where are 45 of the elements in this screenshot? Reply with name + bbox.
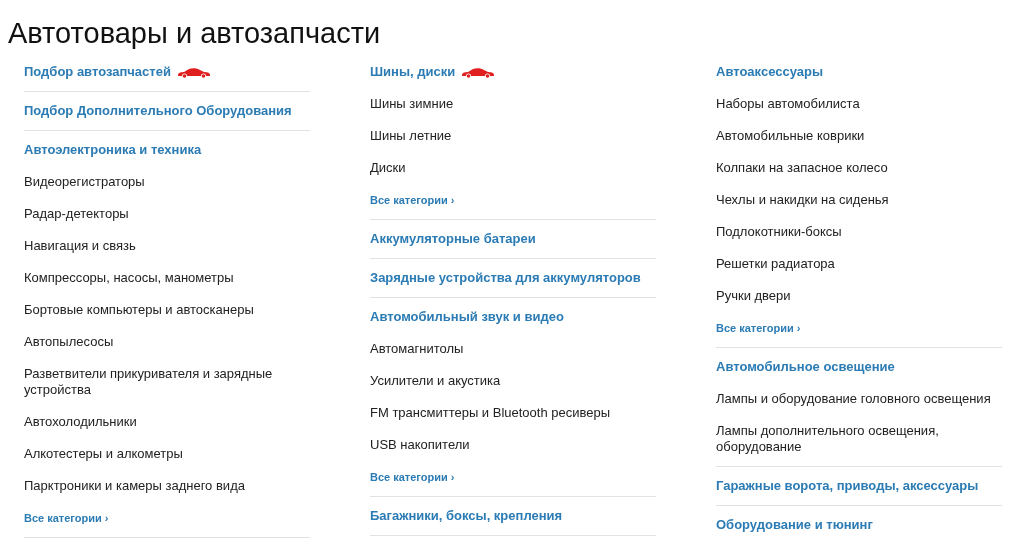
subcategory-link[interactable]: Шины летние: [370, 120, 656, 152]
subcategory-link[interactable]: Парктроники и камеры заднего вида: [24, 470, 310, 502]
category-heading-link[interactable]: Автомобильный звук и видео: [370, 301, 564, 333]
category-heading-link[interactable]: Оборудование и тюнинг: [716, 509, 873, 539]
subcategory-link[interactable]: Диски: [370, 152, 656, 184]
category-heading-link[interactable]: Автоэлектроника и техника: [24, 134, 202, 166]
subcategory-link[interactable]: Компрессоры, насосы, манометры: [24, 262, 310, 294]
subcategory-link[interactable]: Шины зимние: [370, 88, 656, 120]
subcategory-link[interactable]: Автохолодильники: [24, 406, 310, 438]
category-heading-link[interactable]: Автоаксессуары: [716, 56, 823, 88]
category-heading-link[interactable]: Гаражные ворота, приводы, аксессуары: [716, 470, 979, 502]
category-heading-link[interactable]: Автомобильное освещение: [716, 351, 895, 383]
subcategory-link[interactable]: Подлокотники-боксы: [716, 216, 1002, 248]
subcategory-link[interactable]: Колпаки на запасное колесо: [716, 152, 1002, 184]
page-title: Автотовары и автозапчасти: [8, 16, 382, 51]
subcategory-link[interactable]: Усилители и акустика: [370, 365, 656, 397]
category-heading-link[interactable]: Шины, диски: [370, 56, 496, 88]
category-heading-link[interactable]: Аккумуляторные батареи: [370, 223, 536, 255]
subcategory-link[interactable]: Радар-детекторы: [24, 198, 310, 230]
subcategory-link[interactable]: Видеорегистраторы: [24, 166, 310, 198]
all-categories-link[interactable]: Все категории ›: [370, 184, 455, 216]
all-categories-link[interactable]: Все категории ›: [24, 502, 109, 534]
subcategory-link[interactable]: Решетки радиатора: [716, 248, 1002, 280]
category-heading-link[interactable]: Подбор автозапчастей: [24, 56, 211, 88]
category-heading-link[interactable]: Багажники, боксы, крепления: [370, 500, 563, 532]
category-heading-link[interactable]: Зарядные устройства для аккумуляторов: [370, 262, 641, 294]
subcategory-link[interactable]: Автомагнитолы: [370, 333, 656, 365]
subcategory-link[interactable]: USB накопители: [370, 429, 656, 461]
subcategory-link[interactable]: Наборы автомобилиста: [716, 88, 1002, 120]
subcategory-link[interactable]: Алкотестеры и алкометры: [24, 438, 310, 470]
subcategory-link[interactable]: Лампы дополнительного освещения, оборудование: [716, 415, 1002, 463]
subcategory-link[interactable]: Бортовые компьютеры и автосканеры: [24, 294, 310, 326]
subcategory-link[interactable]: Автомобильные коврики: [716, 120, 1002, 152]
all-categories-link[interactable]: Все категории ›: [716, 312, 801, 344]
subcategory-link[interactable]: Ручки двери: [716, 280, 1002, 312]
subcategory-link[interactable]: FM трансмиттеры и Bluetooth ресиверы: [370, 397, 656, 429]
all-categories-link[interactable]: Все категории ›: [370, 461, 455, 493]
car-icon: [461, 66, 496, 78]
car-icon: [176, 66, 211, 78]
subcategory-link[interactable]: Лампы и оборудование головного освещения: [716, 383, 1002, 415]
subcategory-link[interactable]: Разветвители прикуривателя и зарядные устройства: [24, 358, 310, 406]
subcategory-link[interactable]: Чехлы и накидки на сиденья: [716, 184, 1002, 216]
subcategory-link[interactable]: Навигация и связь: [24, 230, 310, 262]
subcategory-link[interactable]: Автопылесосы: [24, 326, 310, 358]
category-heading-link[interactable]: Подбор Дополнительного Оборудования: [24, 95, 292, 127]
